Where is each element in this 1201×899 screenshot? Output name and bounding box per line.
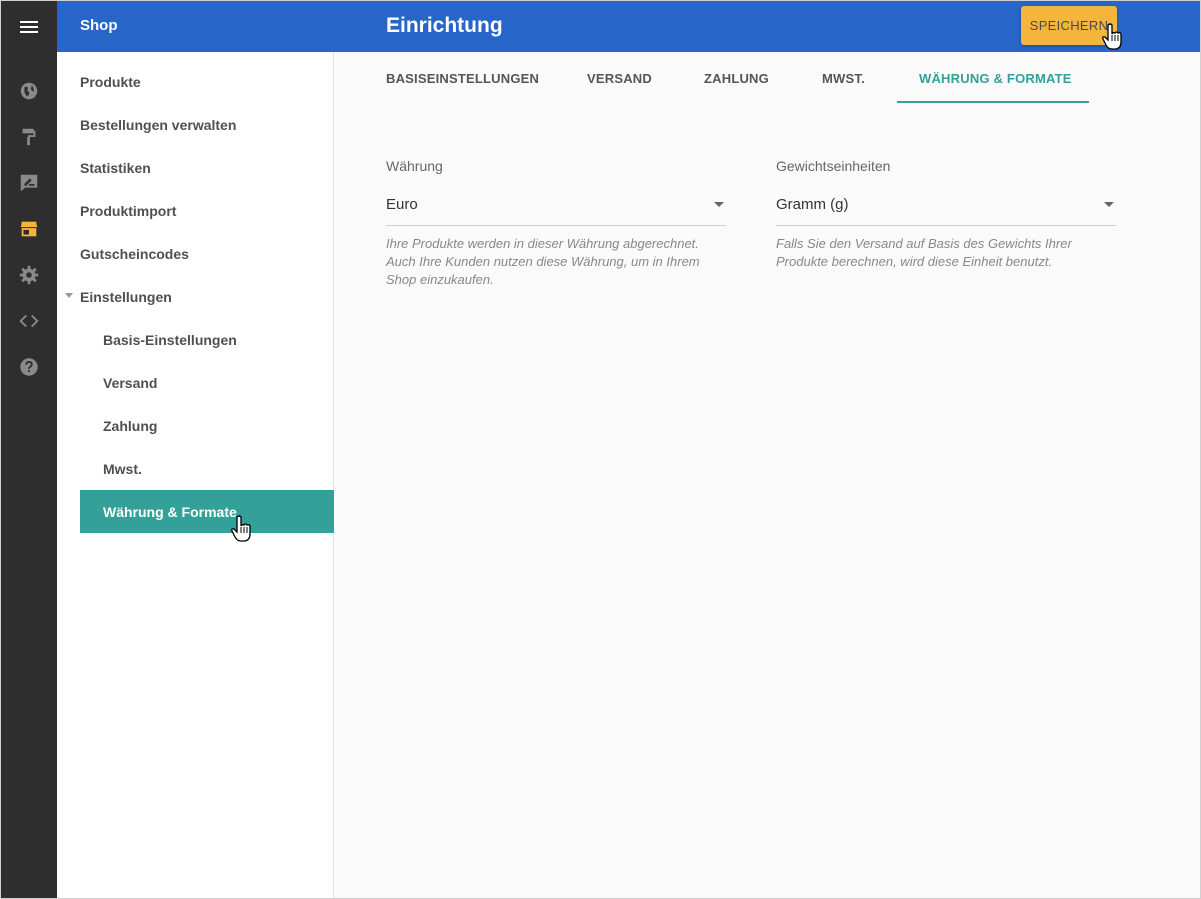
main-content: BASISEINSTELLUNGEN VERSAND ZAHLUNG MWST.…	[334, 52, 1200, 898]
sidebar-nav: Produkte Bestellungen verwalten Statisti…	[57, 52, 334, 898]
menu-icon[interactable]	[1, 1, 57, 52]
weight-label: Gewichtseinheiten	[776, 158, 891, 174]
sidebar-item-produktimport[interactable]: Produktimport	[80, 189, 176, 232]
currency-value: Euro	[386, 196, 418, 213]
active-tab-indicator	[897, 101, 1089, 103]
tab-zahlung[interactable]: ZAHLUNG	[704, 52, 769, 104]
sidebar-subitem-zahlung[interactable]: Zahlung	[103, 404, 157, 447]
gear-icon[interactable]	[1, 260, 57, 290]
top-header: Shop Einrichtung SPEICHERN	[57, 1, 1200, 52]
sidebar-subitem-versand[interactable]: Versand	[103, 361, 157, 404]
weight-hint: Falls Sie den Versand auf Basis des Gewi…	[776, 236, 1072, 269]
globe-icon[interactable]	[1, 76, 57, 106]
help-icon[interactable]	[1, 352, 57, 382]
currency-select[interactable]: Euro	[386, 188, 726, 226]
tab-mwst[interactable]: MWST.	[822, 52, 865, 104]
store-icon[interactable]	[1, 214, 57, 244]
hand-cursor-icon	[1102, 23, 1122, 50]
dropdown-arrow-icon	[1104, 202, 1114, 207]
currency-hint: Ihre Produkte werden in dieser Währung a…	[386, 236, 700, 287]
page-title: Einrichtung	[386, 14, 503, 37]
caret-down-icon	[65, 293, 73, 298]
paint-roller-icon[interactable]	[1, 122, 57, 152]
header-section-label: Shop	[80, 17, 118, 34]
sidebar-subitem-basis[interactable]: Basis-Einstellungen	[103, 318, 237, 361]
currency-label: Währung	[386, 158, 443, 174]
sidebar-item-gutscheincodes[interactable]: Gutscheincodes	[80, 232, 189, 275]
weight-value: Gramm (g)	[776, 196, 849, 213]
tab-waehrung-formate[interactable]: WÄHRUNG & FORMATE	[919, 52, 1072, 104]
hand-cursor-icon	[231, 515, 251, 542]
icon-rail	[1, 1, 57, 898]
sidebar-subitem-mwst[interactable]: Mwst.	[103, 447, 142, 490]
edit-note-icon[interactable]	[1, 168, 57, 198]
dropdown-arrow-icon	[714, 202, 724, 207]
tab-basiseinstellungen[interactable]: BASISEINSTELLUNGEN	[386, 52, 539, 104]
tab-versand[interactable]: VERSAND	[587, 52, 652, 104]
sidebar-item-produkte[interactable]: Produkte	[80, 60, 141, 103]
sidebar-item-einstellungen[interactable]: Einstellungen	[65, 275, 172, 318]
weight-select[interactable]: Gramm (g)	[776, 188, 1116, 226]
sidebar-subitem-waehrung[interactable]: Währung & Formate	[80, 490, 334, 533]
sidebar-item-label: Einstellungen	[80, 288, 172, 305]
sidebar-item-statistiken[interactable]: Statistiken	[80, 146, 151, 189]
app-window: Shop Einrichtung SPEICHERN Produkte Best…	[0, 0, 1201, 899]
code-icon[interactable]	[1, 306, 57, 336]
sidebar-item-bestellungen[interactable]: Bestellungen verwalten	[80, 103, 236, 146]
